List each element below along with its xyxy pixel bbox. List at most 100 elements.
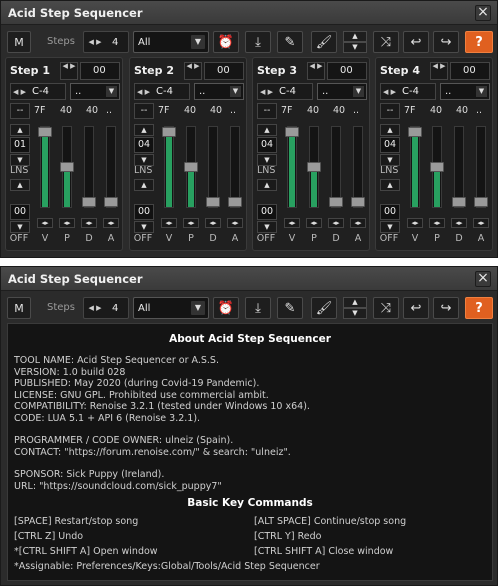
v-fader[interactable]: [162, 126, 176, 208]
nudge-top-value[interactable]: 01: [10, 137, 30, 153]
a-fader-arrows[interactable]: ◂▸: [350, 218, 366, 228]
up-arrow-icon[interactable]: ▲: [343, 31, 367, 42]
nudge-top-value[interactable]: 04: [257, 137, 277, 153]
dash-button[interactable]: --: [134, 103, 154, 119]
brush-icon[interactable]: 🖌: [311, 297, 337, 319]
undo-icon[interactable]: ↩: [403, 297, 429, 319]
length-up-arrow[interactable]: ▲: [134, 179, 154, 191]
a-fader[interactable]: [351, 126, 365, 208]
note-arrows[interactable]: ◀ ▶: [13, 88, 26, 96]
pencil-icon[interactable]: ✎: [277, 297, 303, 319]
scope-dropdown[interactable]: All ▼: [133, 31, 209, 53]
nudge-top-value[interactable]: 04: [134, 137, 154, 153]
step-num-arrows[interactable]: ◀ ▶: [307, 62, 325, 80]
step-num-arrows[interactable]: ◀ ▶: [184, 62, 202, 80]
v-fader-knob[interactable]: [285, 127, 299, 137]
p-fader[interactable]: [184, 126, 198, 208]
redo-icon[interactable]: ↪: [433, 31, 459, 53]
p-fader-arrows[interactable]: ◂▸: [183, 218, 199, 228]
d-fader-arrows[interactable]: ◂▸: [205, 218, 221, 228]
dash-button[interactable]: --: [257, 103, 277, 119]
down-arrow-icon[interactable]: ▼: [343, 308, 367, 319]
v-fader-arrows[interactable]: ◂▸: [407, 218, 423, 228]
d-fader-knob[interactable]: [452, 197, 466, 207]
v-fader-knob[interactable]: [38, 127, 52, 137]
instrument-dropdown[interactable]: .. ▼: [317, 83, 367, 100]
download-icon[interactable]: ⤓: [245, 297, 271, 319]
shuffle-icon[interactable]: ⤨: [373, 297, 399, 319]
length-value[interactable]: 00: [257, 204, 277, 220]
nudge-top-value[interactable]: 04: [380, 137, 400, 153]
p-fader[interactable]: [307, 126, 321, 208]
steps-valuebox[interactable]: ◀ ▶ 4: [83, 31, 129, 53]
a-fader-arrows[interactable]: ◂▸: [227, 218, 243, 228]
dash-button[interactable]: --: [10, 103, 30, 119]
length-value[interactable]: 00: [10, 204, 30, 220]
p-fader-knob[interactable]: [60, 162, 74, 172]
step-num-arrows[interactable]: ◀ ▶: [60, 62, 78, 80]
nudge-up-arrow[interactable]: ▲: [380, 124, 400, 136]
a-fader[interactable]: [228, 126, 242, 208]
help-icon[interactable]: ?: [465, 297, 493, 319]
step-number[interactable]: 00: [450, 62, 490, 80]
length-value[interactable]: 00: [380, 204, 400, 220]
note-selector[interactable]: ◀ ▶ C-4: [10, 83, 66, 100]
instrument-dropdown[interactable]: .. ▼: [194, 83, 244, 100]
d-fader[interactable]: [206, 126, 220, 208]
a-fader-arrows[interactable]: ◂▸: [473, 218, 489, 228]
a-fader-knob[interactable]: [351, 197, 365, 207]
title-bar[interactable]: Acid Step Sequencer ×: [1, 267, 497, 291]
dash-button[interactable]: --: [380, 103, 400, 119]
p-fader-arrows[interactable]: ◂▸: [59, 218, 75, 228]
length-up-arrow[interactable]: ▲: [380, 179, 400, 191]
p-fader-arrows[interactable]: ◂▸: [306, 218, 322, 228]
note-arrows[interactable]: ◀ ▶: [260, 88, 273, 96]
v-fader-arrows[interactable]: ◂▸: [284, 218, 300, 228]
d-fader[interactable]: [329, 126, 343, 208]
step-num-arrows[interactable]: ◀ ▶: [430, 62, 448, 80]
length-down-arrow[interactable]: ▼: [134, 221, 154, 233]
length-up-arrow[interactable]: ▲: [257, 179, 277, 191]
length-value[interactable]: 00: [134, 204, 154, 220]
m-button[interactable]: M: [7, 297, 31, 319]
v-fader[interactable]: [408, 126, 422, 208]
a-fader[interactable]: [474, 126, 488, 208]
d-fader-arrows[interactable]: ◂▸: [451, 218, 467, 228]
a-fader-knob[interactable]: [474, 197, 488, 207]
a-fader[interactable]: [104, 126, 118, 208]
v-fader[interactable]: [38, 126, 52, 208]
d-fader-arrows[interactable]: ◂▸: [81, 218, 97, 228]
download-icon[interactable]: ⤓: [245, 31, 271, 53]
title-bar[interactable]: Acid Step Sequencer ×: [1, 1, 497, 25]
close-button[interactable]: ×: [475, 271, 491, 287]
d-fader[interactable]: [82, 126, 96, 208]
v-fader-knob[interactable]: [408, 127, 422, 137]
note-selector[interactable]: ◀ ▶ C-4: [134, 83, 190, 100]
p-fader-knob[interactable]: [184, 162, 198, 172]
nudge-up-arrow[interactable]: ▲: [134, 124, 154, 136]
d-fader-knob[interactable]: [82, 197, 96, 207]
p-fader-knob[interactable]: [307, 162, 321, 172]
steps-arrows[interactable]: ◀ ▶: [84, 304, 106, 312]
d-fader-knob[interactable]: [329, 197, 343, 207]
note-selector[interactable]: ◀ ▶ C-4: [257, 83, 313, 100]
updown-icon[interactable]: ▲ ▼: [343, 31, 367, 53]
m-button[interactable]: M: [7, 31, 31, 53]
v-fader-knob[interactable]: [162, 127, 176, 137]
v-fader[interactable]: [285, 126, 299, 208]
pencil-icon[interactable]: ✎: [277, 31, 303, 53]
d-fader-knob[interactable]: [206, 197, 220, 207]
p-fader-arrows[interactable]: ◂▸: [429, 218, 445, 228]
d-fader-arrows[interactable]: ◂▸: [328, 218, 344, 228]
a-fader-knob[interactable]: [104, 197, 118, 207]
step-number[interactable]: 00: [204, 62, 244, 80]
instrument-dropdown[interactable]: .. ▼: [440, 83, 490, 100]
note-arrows[interactable]: ◀ ▶: [383, 88, 396, 96]
close-button[interactable]: ×: [475, 5, 491, 21]
note-selector[interactable]: ◀ ▶ C-4: [380, 83, 436, 100]
a-fader-knob[interactable]: [228, 197, 242, 207]
instrument-dropdown[interactable]: .. ▼: [70, 83, 120, 100]
a-fader-arrows[interactable]: ◂▸: [103, 218, 119, 228]
nudge-up-arrow[interactable]: ▲: [257, 124, 277, 136]
v-fader-arrows[interactable]: ◂▸: [37, 218, 53, 228]
